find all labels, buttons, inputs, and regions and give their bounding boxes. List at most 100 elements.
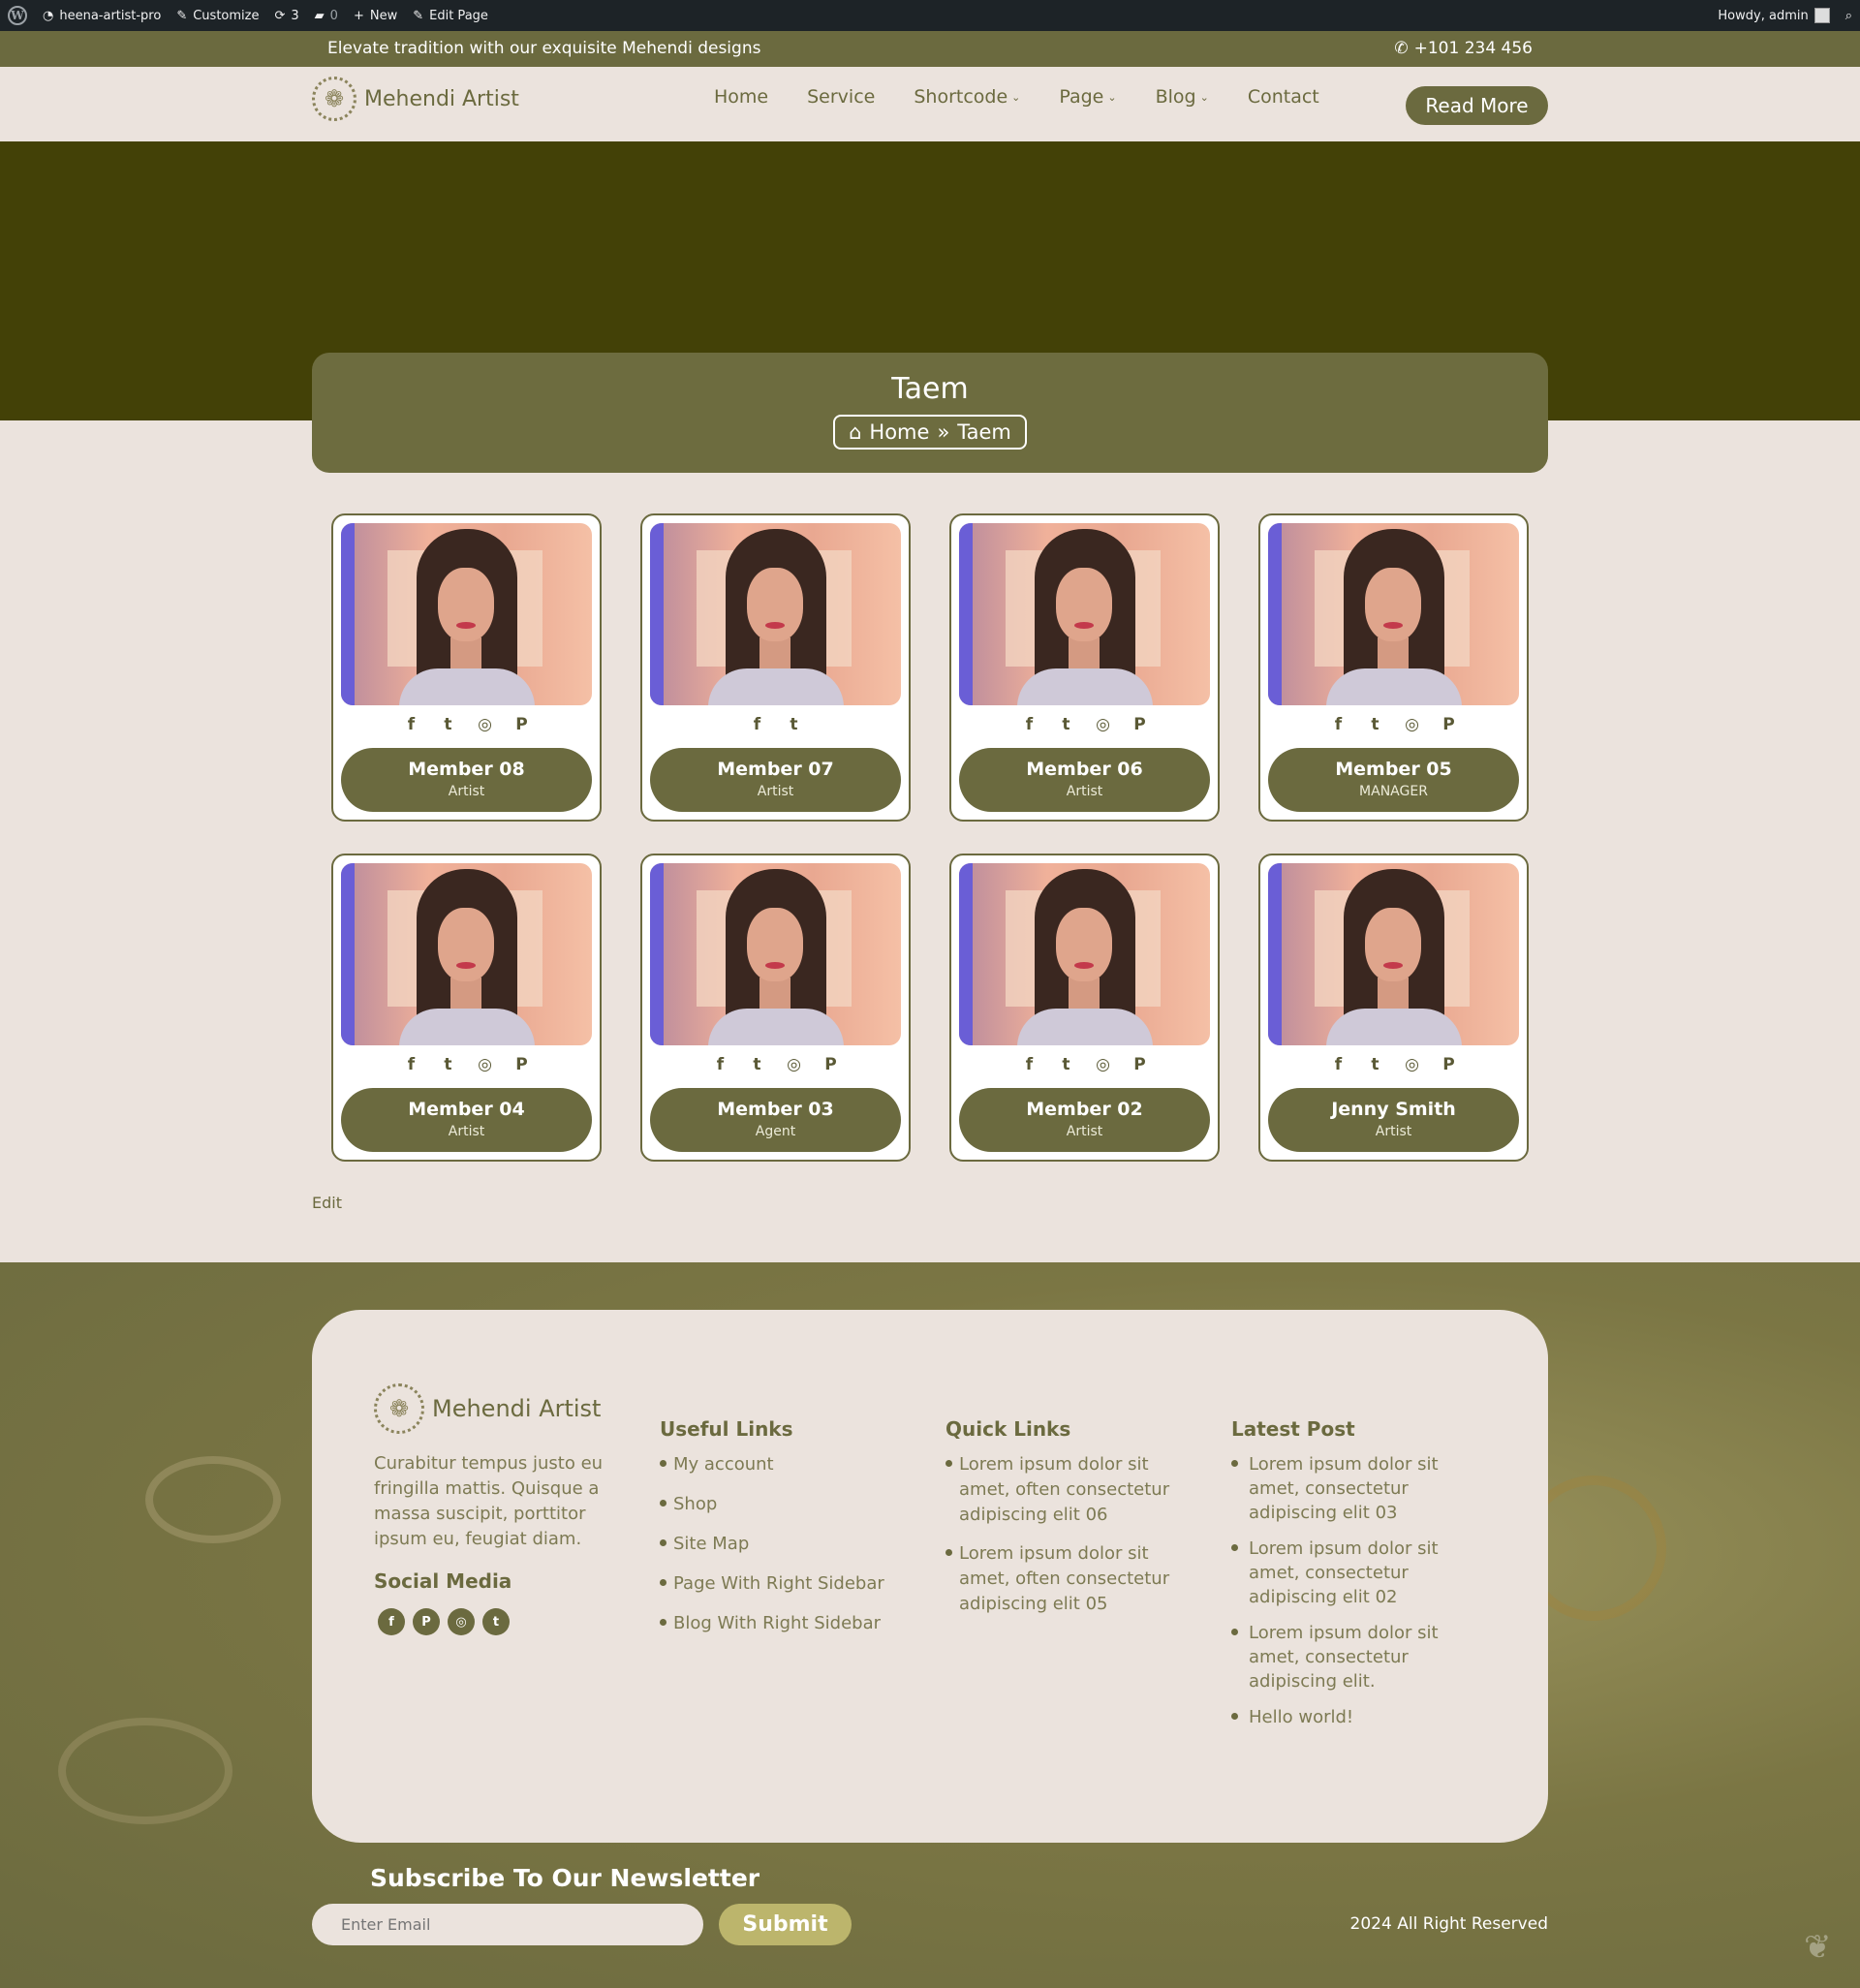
instagram-icon[interactable]: ◎ [478,1055,493,1074]
member-name: Member 06 [1026,759,1143,780]
footer-logo[interactable]: ❁ Mehendi Artist [374,1383,611,1434]
instagram-icon[interactable]: ◎ [478,715,493,734]
page-title-card: Taem [312,353,1548,473]
edit-link[interactable]: Edit [312,1194,342,1212]
twitter-icon[interactable]: t [441,1055,456,1074]
twitter-icon[interactable]: t [1368,715,1383,734]
admin-search-button[interactable]: ⌕ [1838,0,1860,31]
pinterest-icon[interactable]: P [413,1608,440,1635]
nav-item-shortcode[interactable]: Shortcode ⌄ [914,86,1020,108]
footer-link[interactable]: Site Map [660,1532,884,1557]
team-member-card[interactable]: f t ◎ P Member 08 Artist [331,513,602,822]
team-member-card[interactable]: f t ◎ P Member 02 Artist [949,854,1220,1162]
new-content-link[interactable]: + New [346,0,405,31]
wordpress-menu[interactable]: W [0,0,35,31]
team-member-card[interactable]: f t ◎ P Member 03 Agent [640,854,911,1162]
facebook-icon[interactable]: f [750,715,765,734]
facebook-icon[interactable]: f [1022,715,1038,734]
nav-item-blog[interactable]: Blog ⌄ [1156,86,1209,108]
footer-link[interactable]: Blog With Right Sidebar [660,1611,884,1636]
twitter-icon[interactable]: t [1059,715,1074,734]
edit-page-link[interactable]: ✎ Edit Page [405,0,496,31]
nav-item-page[interactable]: Page ⌄ [1059,86,1116,108]
twitter-icon[interactable]: t [750,1055,765,1074]
newsletter-heading: Subscribe To Our Newsletter [370,1864,760,1892]
post-link[interactable]: Lorem ipsum dolor sit amet, consectetur … [1231,1537,1454,1609]
facebook-icon[interactable]: f [378,1608,405,1635]
team-member-card[interactable]: f t ◎ P Member 04 Artist [331,854,602,1162]
breadcrumb: ⌂ Home » Taem [833,415,1027,450]
dashboard-icon: ◔ [43,8,54,23]
home-icon: ⌂ [849,420,862,444]
email-field[interactable] [312,1904,703,1945]
customize-link[interactable]: ✎ Customize [169,0,266,31]
team-member-card[interactable]: f t Member 07 Artist [640,513,911,822]
pinterest-icon[interactable]: P [514,715,530,734]
nav-item-home[interactable]: Home [714,86,768,108]
social-media-heading: Social Media [374,1569,512,1593]
footer-link[interactable]: My account [660,1452,884,1477]
facebook-icon[interactable]: f [404,1055,419,1074]
read-more-button[interactable]: Read More [1406,86,1548,125]
member-info: Member 07 Artist [650,748,901,812]
site-logo[interactable]: ❁ Mehendi Artist [312,77,519,121]
member-name: Member 03 [717,1099,834,1120]
member-social-links: f t ◎ P [951,715,1218,734]
instagram-icon[interactable]: ◎ [1405,1055,1420,1074]
instagram-icon[interactable]: ◎ [1096,715,1111,734]
facebook-icon[interactable]: f [713,1055,728,1074]
nav-item-contact[interactable]: Contact [1248,86,1319,108]
pinterest-icon[interactable]: P [1132,1055,1148,1074]
instagram-icon[interactable]: ◎ [1405,715,1420,734]
instagram-icon[interactable]: ◎ [1096,1055,1111,1074]
team-member-card[interactable]: f t ◎ P Member 06 Artist [949,513,1220,822]
chevron-down-icon: ⌄ [1199,90,1209,104]
instagram-icon[interactable]: ◎ [787,1055,802,1074]
post-link[interactable]: Lorem ipsum dolor sit amet, consectetur … [1231,1621,1454,1693]
chevron-down-icon: ⌄ [1011,90,1021,104]
updates-link[interactable]: ⟳ 3 [266,0,306,31]
member-social-links: f t ◎ P [642,1055,909,1074]
facebook-icon[interactable]: f [404,715,419,734]
facebook-icon[interactable]: f [1331,715,1347,734]
phone-contact[interactable]: ✆ +101 234 456 [1394,39,1533,58]
twitter-icon[interactable]: t [441,715,456,734]
footer-link[interactable]: Shop [660,1492,884,1517]
account-menu[interactable]: Howdy, admin [1710,0,1837,31]
post-link[interactable]: Lorem ipsum dolor sit amet, consectetur … [1231,1452,1454,1525]
pinterest-icon[interactable]: P [1442,715,1457,734]
twitter-icon[interactable]: t [1368,1055,1383,1074]
post-link[interactable]: Hello world! [1231,1705,1454,1729]
member-photo [1268,863,1519,1045]
breadcrumb-home[interactable]: Home [869,420,929,444]
twitter-icon[interactable]: t [482,1608,510,1635]
submit-button[interactable]: Submit [719,1904,852,1945]
member-name: Member 07 [717,759,834,780]
pinterest-icon[interactable]: P [514,1055,530,1074]
copyright-text: 2024 All Right Reserved [1349,1914,1548,1934]
footer-about: ❁ Mehendi Artist Curabitur tempus justo … [374,1383,611,1635]
member-social-links: f t ◎ P [1260,715,1527,734]
footer-link[interactable]: Lorem ipsum dolor sit amet, often consec… [946,1541,1178,1617]
member-photo [650,863,901,1045]
updates-icon: ⟳ [274,8,286,23]
comments-link[interactable]: ▰ 0 [307,0,346,31]
member-role: Artist [1066,1124,1103,1139]
footer-link[interactable]: Page With Right Sidebar [660,1571,884,1597]
pinterest-icon[interactable]: P [823,1055,839,1074]
instagram-icon[interactable]: ◎ [448,1608,475,1635]
footer-link[interactable]: Lorem ipsum dolor sit amet, often consec… [946,1452,1178,1528]
team-member-card[interactable]: f t ◎ P Jenny Smith Artist [1258,854,1529,1162]
pinterest-icon[interactable]: P [1442,1055,1457,1074]
nav-item-service[interactable]: Service [807,86,875,108]
site-name-link[interactable]: ◔ heena-artist-pro [35,0,169,31]
pinterest-icon[interactable]: P [1132,715,1148,734]
team-member-card[interactable]: f t ◎ P Member 05 MANAGER [1258,513,1529,822]
mandala-logo-icon: ❁ [374,1383,424,1434]
top-info-bar: Elevate tradition with our exquisite Meh… [0,31,1860,67]
facebook-icon[interactable]: f [1331,1055,1347,1074]
member-social-links: f t ◎ P [333,715,600,734]
twitter-icon[interactable]: t [787,715,802,734]
twitter-icon[interactable]: t [1059,1055,1074,1074]
facebook-icon[interactable]: f [1022,1055,1038,1074]
